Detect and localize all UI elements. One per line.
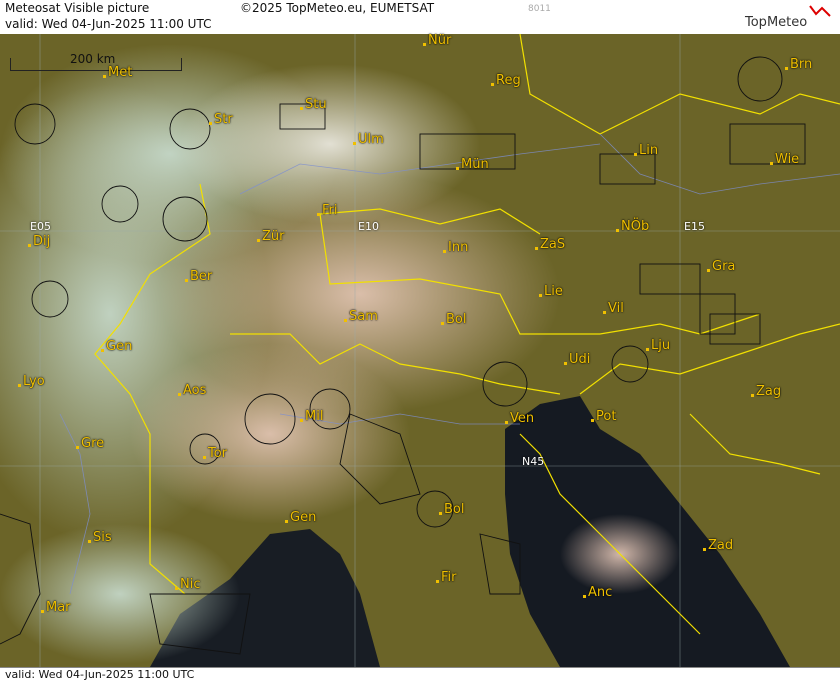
footer-bar: valid: Wed 04-Jun-2025 11:00 UTC [0,667,840,682]
city-label: ZaS [534,237,566,252]
city-label: Bol [440,312,467,327]
city-label: Vil [603,301,624,316]
city-label: Met [102,65,133,80]
city-label: Lju [645,338,671,353]
grid-label: E15 [684,220,705,233]
city-label: Brn [784,57,813,72]
city-label: Aos [177,383,207,398]
city-label: Anc [582,585,613,600]
grid-label: E10 [358,220,379,233]
city-label: NÖb [615,219,650,234]
city-label: Reg [491,73,521,88]
city-label: Gra [706,259,736,274]
valid-time: valid: Wed 04-Jun-2025 11:00 UTC [5,17,212,31]
copyright: ©2025 TopMeteo.eu, EUMETSAT [240,1,435,15]
logo-text: TopMeteo [745,15,808,30]
map-title: Meteosat Visible picture [5,1,150,15]
city-label: Sam [344,309,378,324]
city-label: Mil [299,409,324,424]
city-label: Lyo [18,374,45,389]
city-label: Ven [504,411,535,426]
cloud-area [180,64,480,224]
city-label: Bol [438,502,465,517]
image-code: 8011 [528,4,551,14]
city-label: Gen [100,339,133,354]
city-label: Lin [633,143,659,158]
city-label: Zag [750,384,782,399]
city-label: Nür [422,33,452,48]
city-label: Mün [456,157,489,172]
grid-label: E05 [30,220,51,233]
scale-label: 200 km [70,52,116,66]
city-label: Ber [184,269,213,284]
grid-label: N45 [522,455,545,468]
city-label: Stu [300,97,327,112]
city-label: Ulm [353,132,384,147]
city-label: Inn [442,240,469,255]
city-label: Str [209,112,233,127]
city-label: Udi [563,352,591,367]
city-label: Sis [88,530,112,545]
cloud-area [130,344,410,524]
city-label: Dij [27,234,51,249]
city-label: Lie [539,284,563,299]
header-bar: Meteosat Visible picture valid: Wed 04-J… [0,0,840,35]
city-label: Mar [41,600,71,615]
city-label: Fri [317,203,338,218]
city-label: Gen [284,510,317,525]
city-label: Pot [590,409,617,424]
city-label: Nic [174,577,201,592]
city-label: Tor [202,446,228,461]
city-label: Fir [436,570,457,585]
city-label: Wie [769,152,800,167]
city-label: Gre [75,436,105,451]
footer-valid-time: valid: Wed 04-Jun-2025 11:00 UTC [5,668,195,681]
city-label: Zad [702,538,734,553]
city-label: Zür [257,229,285,244]
